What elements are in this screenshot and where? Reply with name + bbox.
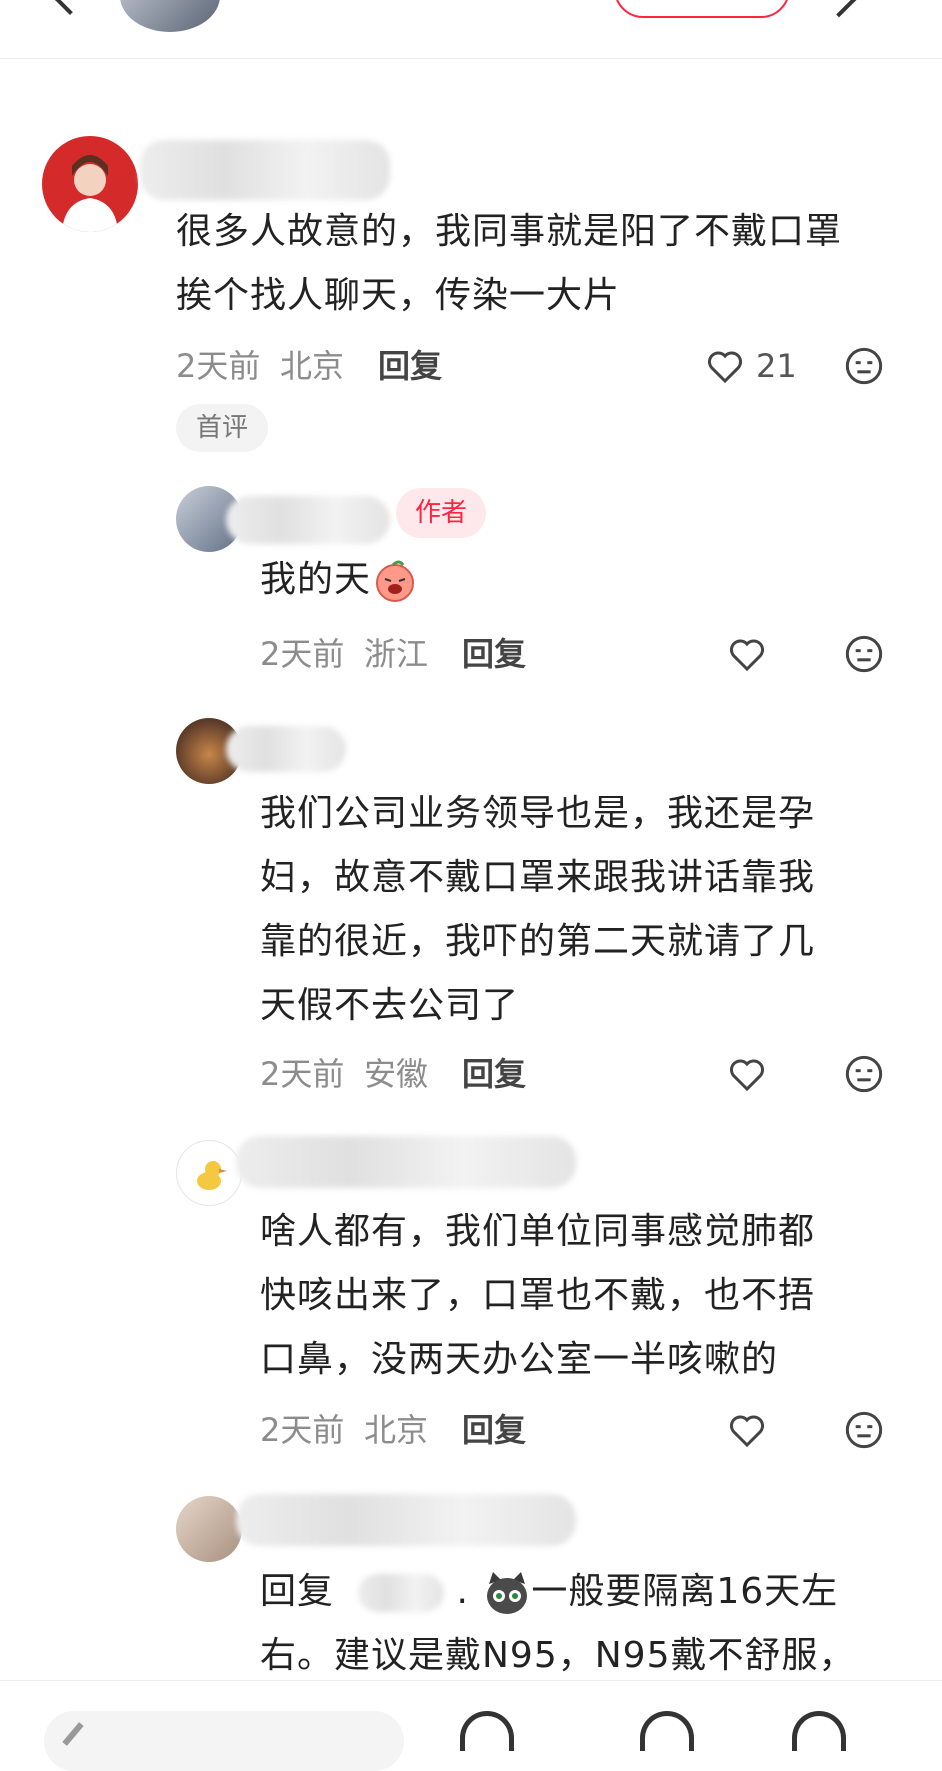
comment-line: 天假不去公司了 [260,985,520,1026]
reply-prefix: 回复 [260,1571,335,1612]
bottom-bar [0,1680,942,1771]
comment-line: 快咳出来了，口罩也不戴，也不捂 [260,1275,816,1316]
comment-line: 口鼻，没两天办公室一半咳嗽的 [260,1339,779,1380]
share-icon[interactable] [820,0,858,18]
comment-text: 很多人故意的，我同事就是阳了不戴口罩 挨个找人聊天，传染一大片 [176,200,842,328]
username-blurred[interactable] [236,1136,576,1188]
comment-time: 2天前 [260,635,345,673]
top-bar [0,0,942,59]
heart-outline-icon[interactable] [726,634,768,674]
comment-text: 我们公司业务领导也是，我还是孕 妇，故意不戴口罩来跟我讲话靠我 靠的很近，我吓的… [260,782,815,1038]
comment-text: 回复 . 一般要隔离16天左 右。建议是戴N95，N95戴不舒服， [260,1560,855,1688]
neutral-face-icon[interactable] [844,1054,884,1094]
comment-location: 浙江 [364,635,429,673]
avatar[interactable] [176,1140,242,1206]
comment-location: 北京 [364,1411,429,1449]
username-blurred[interactable] [226,496,390,544]
back-arrow-icon[interactable] [53,0,87,15]
comment-text: 啥人都有，我们单位同事感觉肺都 快咳出来了，口罩也不戴，也不捂 口鼻，没两天办公… [260,1200,815,1392]
neutral-face-icon[interactable] [844,1410,884,1450]
comment-line: 右。建议是戴N95，N95戴不舒服， [260,1635,856,1676]
username-blurred[interactable] [236,1494,576,1546]
comment-time: 2天前 [260,1055,345,1093]
first-comment-badge: 首评 [176,404,268,452]
comment-time: 2天前 [260,1411,345,1449]
avatar[interactable] [176,1496,242,1562]
duck-avatar-icon [197,1161,227,1190]
comment-line: 很多人故意的，我同事就是阳了不戴口罩 [176,211,843,252]
pencil-icon [62,1722,84,1746]
heart-outline-icon[interactable] [704,346,746,386]
username-blurred[interactable] [226,726,346,772]
author-badge: 作者 [396,488,486,538]
comment-time: 2天前 [176,347,261,385]
reply-button[interactable]: 回复 [462,1054,526,1094]
comment-line: 我的天 [260,559,372,600]
comment-location: 安徽 [364,1055,429,1093]
author-avatar[interactable] [120,0,220,32]
comment-line: 挨个找人聊天，传染一大片 [176,275,621,316]
username-blurred[interactable] [140,140,390,200]
follow-button[interactable] [614,0,790,18]
like-icon[interactable] [460,1711,514,1751]
avatar[interactable] [42,136,138,232]
comment-line: 我们公司业务领导也是，我还是孕 [260,793,816,834]
comment-fragment: 一般要隔离16天左 [531,1571,839,1612]
comment-icon[interactable] [792,1711,846,1751]
comment-line: 啥人都有，我们单位同事感觉肺都 [260,1211,816,1252]
comment-location: 北京 [280,347,345,385]
reply-button[interactable]: 回复 [378,346,442,386]
reply-target-blurred[interactable] [358,1574,445,1612]
crying-peach-emoji-icon [376,560,415,602]
neutral-face-icon[interactable] [844,346,884,386]
doctor-avatar-icon [62,155,118,232]
neutral-face-icon[interactable] [844,634,884,674]
heart-outline-icon[interactable] [726,1054,768,1094]
comment-line: 靠的很近，我吓的第二天就请了几 [260,921,816,962]
reply-button[interactable]: 回复 [462,634,526,674]
comment-line: 妇，故意不戴口罩来跟我讲话靠我 [260,857,816,898]
reply-button[interactable]: 回复 [462,1410,526,1450]
comment-input[interactable] [44,1711,404,1771]
punctuation: . [456,1571,469,1612]
comment-line: 回复 . 一般要隔离16天左 [260,1560,855,1624]
like-count: 21 [756,347,797,385]
heart-outline-icon[interactable] [726,1410,768,1450]
comment-text: 我的天 [260,548,417,612]
collect-icon[interactable] [640,1711,694,1751]
cat-emoji-icon [487,1572,528,1614]
